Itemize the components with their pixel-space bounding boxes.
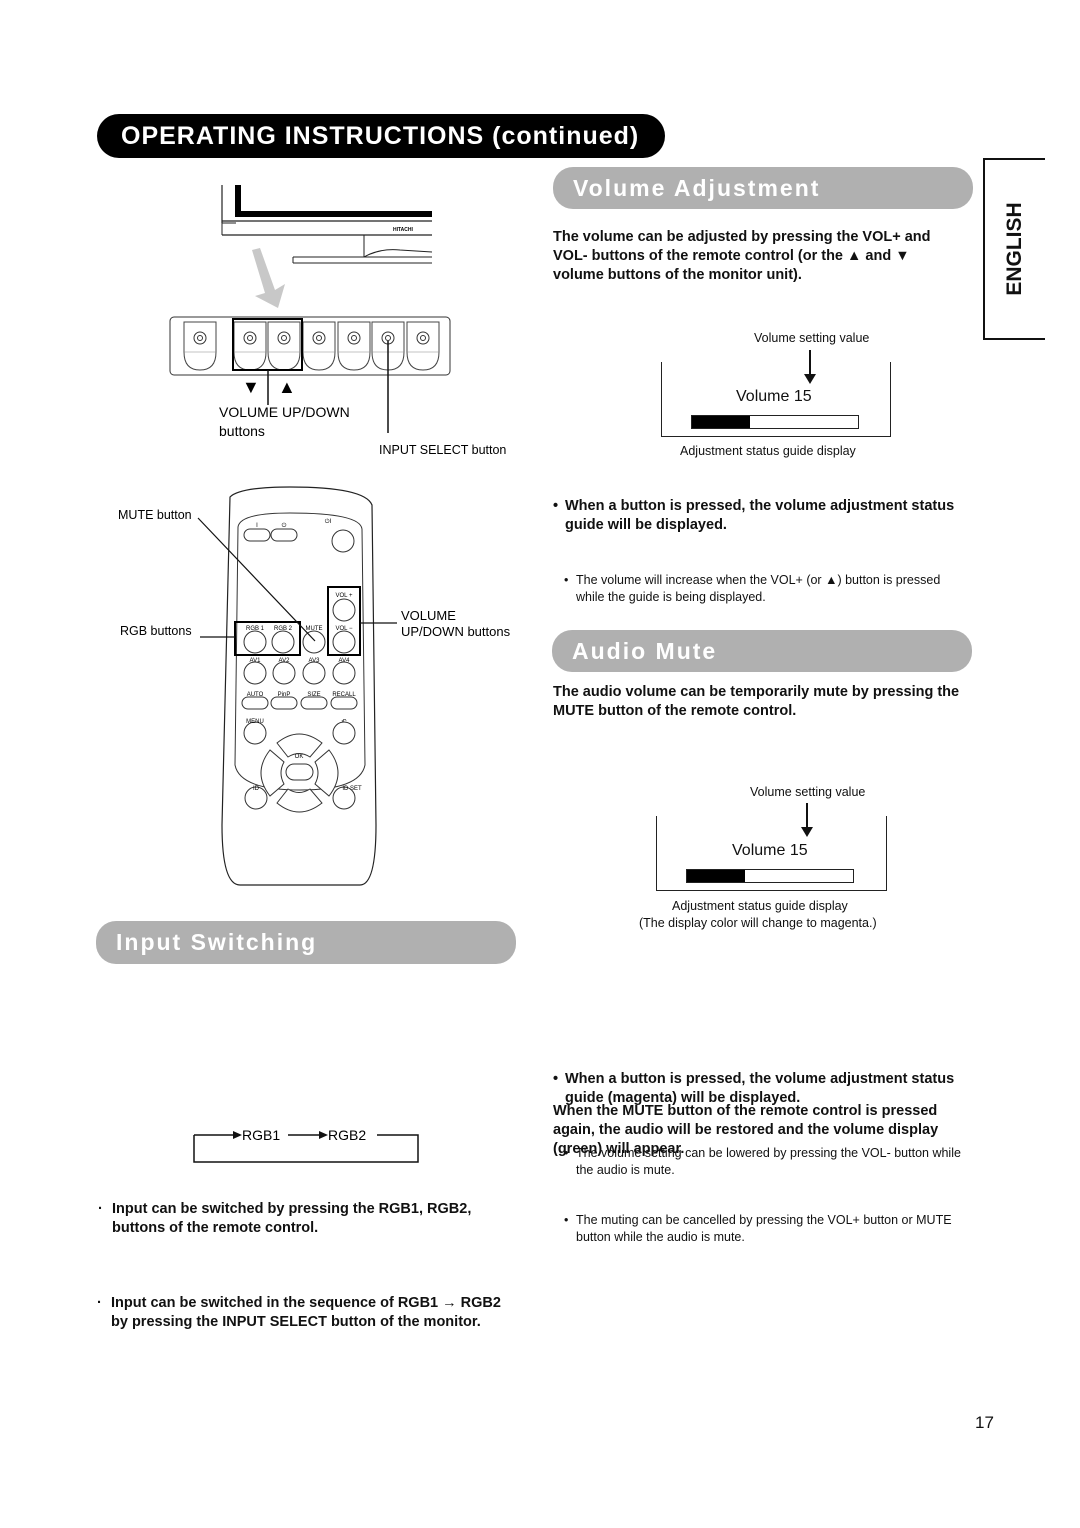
volume-value-text: Volume 15	[736, 388, 812, 405]
id-button-label: ID	[253, 786, 260, 792]
sequence-item-rgb2: RGB2	[328, 1127, 366, 1143]
volume-level-bar	[691, 415, 859, 429]
volume-level-fill	[692, 416, 751, 428]
panel-button[interactable]	[406, 321, 440, 371]
recall-button-label: RECALL	[332, 692, 356, 698]
mute-volume-value-text: Volume 15	[732, 842, 808, 859]
menu-button[interactable]: MENU	[243, 719, 267, 745]
vol-plus-button-label: VOL +	[336, 593, 353, 599]
volume-sub-bullet: The volume will increase when the VOL+ (…	[564, 572, 956, 606]
volume-osd-caption: Adjustment status guide display	[680, 444, 856, 458]
mute-osd-caption-2: (The display color will change to magent…	[639, 916, 877, 930]
language-label: ENGLISH	[1003, 202, 1026, 296]
volume-buttons-label-2: buttons	[219, 423, 265, 439]
section-heading-mute: Audio Mute	[552, 630, 972, 672]
panel-button[interactable]	[302, 321, 336, 371]
power-button-label: ⏻I	[325, 518, 332, 525]
remote-diagram: I ⏻⏻IVOL +RGB 1 RGB 2 MUTE VOL −AV1 AV2 AV3 AV4…	[118, 486, 511, 886]
page-number: 17	[975, 1413, 994, 1432]
rgb1-button[interactable]: RGB 1	[243, 626, 267, 654]
mute-volume-level-fill	[687, 870, 746, 882]
av2-button-label: AV2	[279, 658, 291, 664]
brand-logo: HITACHI	[393, 227, 414, 233]
mute-sub-bullet: The muting can be cancelled by pressing …	[564, 1212, 976, 1246]
return-button-label: ↶	[341, 718, 346, 725]
volume-down-symbol: ▼	[242, 377, 260, 397]
mute-volume-level-bar	[686, 869, 854, 883]
arrow-right-icon	[233, 1131, 242, 1139]
av4-button-label: AV4	[339, 658, 351, 664]
mute-callout-label: MUTE button	[118, 508, 192, 522]
recall-button[interactable]: RECALL	[330, 692, 358, 710]
section-heading-input: Input Switching	[96, 921, 516, 964]
mute-intro: The audio volume can be temporarily mute…	[553, 684, 960, 719]
rgb2-button-label: RGB 2	[274, 626, 293, 632]
input-select-label: INPUT SELECT button	[379, 443, 506, 457]
av3-button-label: AV3	[309, 658, 321, 664]
av1-button-label: AV1	[250, 658, 262, 664]
panel-button[interactable]	[233, 321, 267, 371]
vol-minus-button[interactable]: VOL −	[332, 626, 356, 654]
size-button-label: SIZE	[307, 692, 320, 698]
rgb2-button[interactable]: RGB 2	[271, 626, 295, 654]
panel-button[interactable]	[267, 321, 301, 371]
panel-button[interactable]	[337, 321, 371, 371]
ok-label: OK	[295, 754, 304, 760]
volume-callout-label: VOLUME	[401, 608, 456, 623]
input-sequence-diagram: RGB1 RGB2	[193, 1127, 419, 1163]
input-point: Input can be switched in the sequence of…	[97, 1294, 521, 1332]
volume-intro: The volume can be adjusted by pressing t…	[553, 229, 931, 283]
section-heading-volume: Volume Adjustment	[553, 167, 973, 209]
panel-button[interactable]	[183, 321, 217, 371]
mute-restore-note: When the MUTE button of the remote contr…	[553, 1103, 939, 1157]
standby-button-label: ⏻	[282, 522, 287, 529]
mute-osd: Volume 15	[656, 816, 887, 891]
sequence-item-rgb1: RGB1	[242, 1127, 280, 1143]
mute-osd-caption: Adjustment status guide display	[672, 899, 848, 913]
ok-button[interactable]	[285, 763, 314, 781]
input-point: Input can be switched by pressing the RG…	[98, 1200, 522, 1238]
menu-button-label: MENU	[246, 719, 264, 725]
mute-setting-label: Volume setting value	[750, 785, 866, 799]
zoom-arrow-icon	[252, 248, 285, 308]
page-title: OPERATING INSTRUCTIONS (continued)	[97, 114, 665, 158]
volume-up-symbol: ▲	[278, 377, 296, 397]
volume-setting-label: Volume setting value	[754, 331, 870, 345]
pinp-button-label: PinP	[278, 692, 291, 698]
id-set-button-label: ID SET	[342, 786, 362, 792]
vol-plus-button[interactable]: VOL +	[332, 593, 356, 622]
language-tab: ENGLISH	[983, 158, 1045, 340]
rgb-callout-label: RGB buttons	[120, 624, 192, 638]
arrow-right-icon	[319, 1131, 328, 1139]
auto-button-label: AUTO	[247, 692, 264, 698]
mute-button-label: MUTE	[306, 626, 323, 632]
vol-minus-button-label: VOL −	[336, 626, 353, 632]
monitor-diagram: HITACHI ▼ ▲ VOLUME UP/DOWN buttons INPUT…	[169, 185, 506, 457]
rgb1-button-label: RGB 1	[246, 626, 265, 632]
volume-buttons-label: VOLUME UP/DOWN	[219, 404, 350, 420]
volume-osd: Volume 15	[661, 362, 891, 437]
volume-bullet-main: When a button is pressed, the volume adj…	[553, 497, 965, 535]
volume-callout-label-2: UP/DOWN buttons	[401, 624, 511, 639]
